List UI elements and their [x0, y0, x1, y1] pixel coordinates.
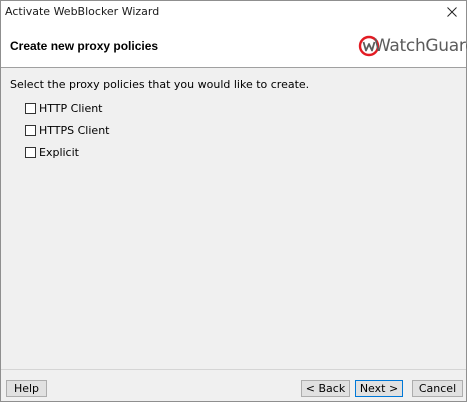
instructions-text: Select the proxy policies that you would… — [10, 78, 310, 91]
page-title: Create new proxy policies — [10, 39, 159, 53]
logo-text: WatchGuard — [374, 35, 467, 56]
close-button[interactable] — [438, 1, 466, 23]
option-https-client[interactable]: HTTPS Client — [25, 123, 109, 137]
option-http-client[interactable]: HTTP Client — [25, 101, 103, 115]
option-label: HTTP Client — [39, 101, 103, 115]
http-client-checkbox[interactable] — [25, 102, 36, 114]
help-button[interactable]: Help — [6, 380, 47, 397]
close-icon — [447, 7, 457, 17]
option-explicit[interactable]: Explicit — [25, 145, 79, 159]
explicit-checkbox[interactable] — [25, 146, 36, 158]
back-button[interactable]: < Back — [301, 380, 350, 397]
wizard-body: Select the proxy policies that you would… — [1, 69, 466, 369]
option-label: Explicit — [39, 145, 79, 159]
https-client-checkbox[interactable] — [25, 124, 36, 136]
cancel-button[interactable]: Cancel — [412, 380, 463, 397]
title-bar: Activate WebBlocker Wizard — [1, 1, 466, 23]
window-title: Activate WebBlocker Wizard — [5, 5, 160, 18]
wizard-header: Create new proxy policies WatchGuard — [1, 23, 467, 68]
option-label: HTTPS Client — [39, 123, 110, 137]
next-button[interactable]: Next > — [355, 380, 403, 397]
wizard-footer: Help < Back Next > Cancel — [1, 369, 466, 401]
watchguard-logo: WatchGuard — [358, 30, 467, 61]
wizard-window: Activate WebBlocker Wizard Create new pr… — [0, 0, 467, 402]
